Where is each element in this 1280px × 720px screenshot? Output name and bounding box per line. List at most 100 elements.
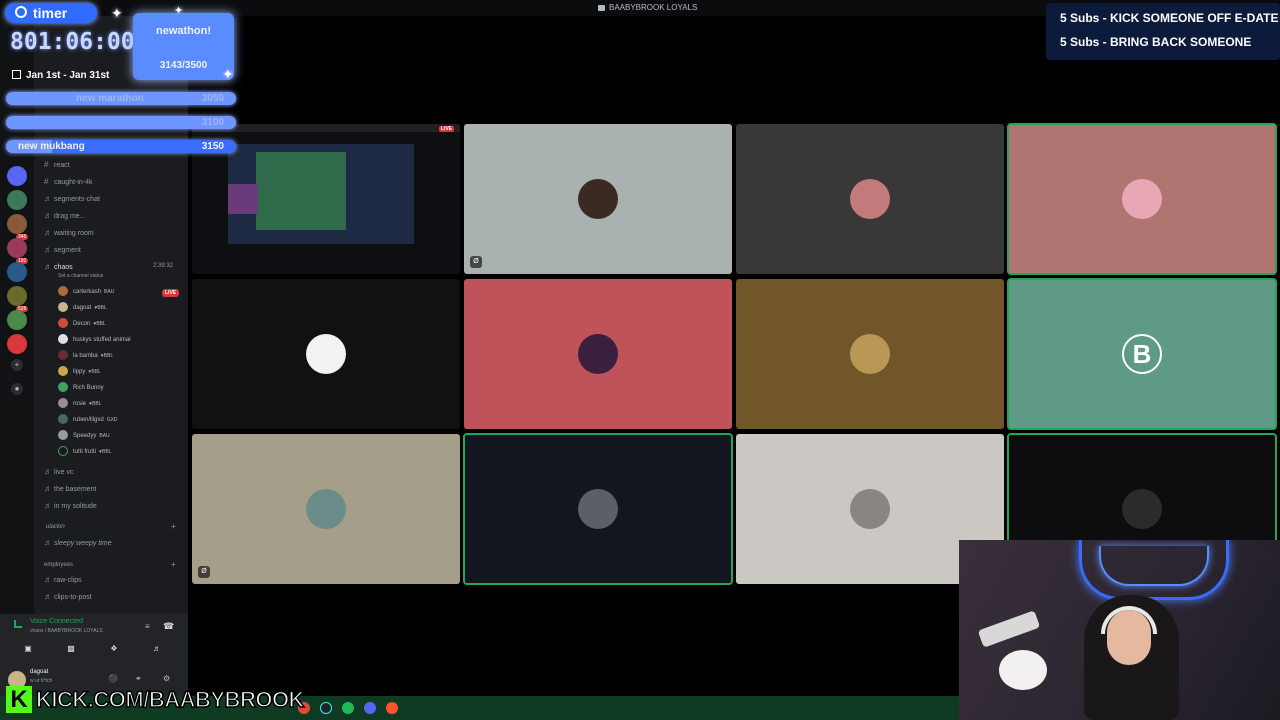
avatar <box>58 446 68 456</box>
server-icon-7[interactable] <box>7 310 27 330</box>
sub-incentive-line: 5 Subs - KICK SOMEONE OFF E-DATE <box>1060 11 1279 25</box>
voice-user[interactable]: dagoatBBL <box>58 302 107 312</box>
channel-live-vc[interactable]: ♬ live vc <box>44 467 73 476</box>
voice-user[interactable]: huskys stuffed animal <box>58 334 131 344</box>
voice-duration: 2:39:32 <box>153 263 174 269</box>
streamer-webcam <box>959 540 1280 720</box>
channel-segment[interactable]: ♬ segment <box>44 245 81 254</box>
explore-icon[interactable]: ● <box>11 383 23 395</box>
participant-tile[interactable] <box>1007 123 1277 275</box>
category-employees[interactable]: employees <box>44 562 73 568</box>
server-icon-5[interactable] <box>7 262 27 282</box>
kick-logo: K <box>6 686 32 713</box>
screen-share-icon[interactable]: ▩ <box>65 644 77 656</box>
speaker-icon: ♬ <box>44 501 52 510</box>
avatar <box>58 350 68 360</box>
discord-icon[interactable] <box>364 702 376 714</box>
participant-tile[interactable]: B <box>1007 278 1277 430</box>
server-icon-6[interactable] <box>7 286 27 306</box>
server-icon-4[interactable] <box>7 238 27 258</box>
plush-toy <box>999 650 1047 690</box>
text-channel-icon: # <box>44 160 49 169</box>
avatar <box>306 334 346 374</box>
avatar <box>58 318 68 328</box>
avatar <box>58 430 68 440</box>
participant-tile[interactable] <box>463 433 733 585</box>
participant-tile[interactable] <box>736 124 1004 274</box>
timer-value: 801:06:00 <box>10 29 135 55</box>
sub-incentives: 5 Subs - KICK SOMEONE OFF E-DATE 5 Subs … <box>1046 3 1280 60</box>
avatar <box>58 382 68 392</box>
server-icon-3[interactable] <box>7 214 27 234</box>
stream-content-reels <box>256 152 346 230</box>
avatar <box>850 489 890 529</box>
add-channel-icon[interactable]: + <box>171 560 176 569</box>
channel-raw-clips[interactable]: ♬ raw-clips <box>44 575 82 584</box>
voice-user[interactable]: carterkash BAU <box>58 286 114 296</box>
avatar <box>850 179 890 219</box>
channel-drag-me[interactable]: ♬ drag me... <box>44 211 86 220</box>
avatar <box>58 334 68 344</box>
settings-gear-icon[interactable]: ⚙ <box>163 674 170 683</box>
voice-channel-name[interactable]: chaos / BAABYBROOK LOYALS <box>30 628 103 634</box>
participant-tile[interactable] <box>736 279 1004 429</box>
live-badge: LIVE <box>438 126 454 132</box>
participant-tile[interactable]: Ø <box>192 434 460 584</box>
soundboard-icon[interactable]: ♬ <box>151 644 163 656</box>
goal-bar: new marathon 3050 <box>6 92 236 105</box>
server-icon-1[interactable] <box>7 166 27 186</box>
voice-user[interactable]: tutti fruttiBBL <box>58 446 111 456</box>
channel-clips-to-post[interactable]: ♬ clips-to-post <box>44 592 92 601</box>
brave-icon[interactable] <box>386 702 398 714</box>
goal-value: 3100 <box>201 117 224 128</box>
participant-tile[interactable] <box>192 279 460 429</box>
channel-the-basement[interactable]: ♬ the basement <box>44 484 96 493</box>
user-status: w ur b*tch <box>30 678 53 684</box>
add-channel-icon[interactable]: + <box>171 522 176 531</box>
voice-user[interactable]: Rich Bunny <box>58 382 104 392</box>
channel-segments-chat[interactable]: ♬ segments-chat <box>44 194 100 203</box>
tiktok-icon[interactable] <box>320 702 332 714</box>
timer-pill: timer <box>5 3 97 23</box>
voice-user[interactable]: DeconBBL <box>58 318 106 328</box>
avatar <box>58 366 68 376</box>
avatar <box>578 489 618 529</box>
participant-tile[interactable]: Ø <box>464 124 732 274</box>
activities-icon[interactable]: ❖ <box>108 644 120 656</box>
disconnect-icon[interactable]: ☎ <box>163 621 174 632</box>
channel-caught-in-4k[interactable]: # caught-in-4k <box>44 177 93 186</box>
channel-react[interactable]: # react <box>44 160 70 169</box>
microphone-icon[interactable]: ⚫ <box>108 674 118 683</box>
goal-value: 3050 <box>201 93 224 104</box>
channel-status[interactable]: Set a channel status <box>58 273 103 279</box>
speaker-icon: ♬ <box>44 538 52 547</box>
participant-tile[interactable] <box>464 279 732 429</box>
voice-user[interactable]: Speedyy BAU <box>58 430 110 440</box>
signal-icon <box>14 620 22 628</box>
spotify-icon[interactable] <box>342 702 354 714</box>
headphones-icon[interactable]: ⚭ <box>135 674 142 683</box>
goal-name: new mukbang <box>18 141 85 152</box>
category-ulackin[interactable]: ulackin <box>46 524 65 530</box>
avatar <box>850 334 890 374</box>
window-title: BAABYBROOK LOYALS <box>598 3 697 12</box>
speaker-icon: ♬ <box>44 467 52 476</box>
avatar <box>578 334 618 374</box>
server-icon-2[interactable] <box>7 190 27 210</box>
channel-in-my-solitude[interactable]: ♬ in my solitude <box>44 501 97 510</box>
avatar <box>578 179 618 219</box>
server-icon-8[interactable] <box>7 334 27 354</box>
camera-icon[interactable]: ▣ <box>22 644 34 656</box>
add-server-icon[interactable]: + <box>11 359 23 371</box>
voice-user[interactable]: la bambaBBL <box>58 350 113 360</box>
voice-user[interactable]: rosieBBL <box>58 398 101 408</box>
channel-sleepy-weepy-time[interactable]: ♬ sleepy weepy time <box>44 538 112 547</box>
date-range: Jan 1st - Jan 31st <box>12 70 109 81</box>
noise-suppression-icon[interactable]: ≡ <box>145 622 150 631</box>
calendar-icon <box>12 70 21 79</box>
voice-user[interactable]: lippyBBL <box>58 366 101 376</box>
voice-user[interactable]: ruben/lilgxd GXD <box>58 414 118 424</box>
channel-chaos[interactable]: ♬ chaos <box>44 262 73 271</box>
channel-waiting-room[interactable]: ♬ waiting room <box>44 228 94 237</box>
newathon-title: newathon! <box>156 25 211 37</box>
